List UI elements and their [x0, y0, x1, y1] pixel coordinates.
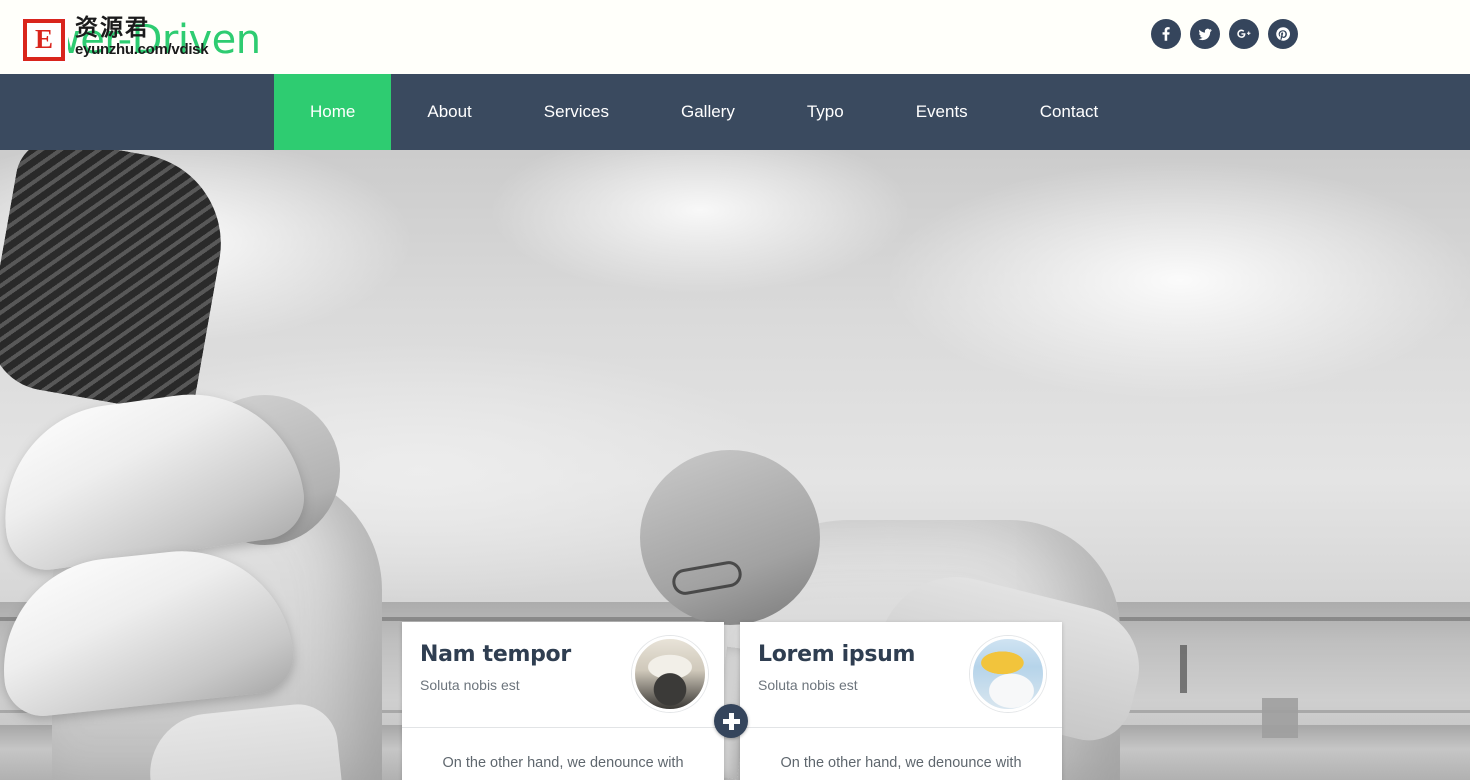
watermark-text: 资源君 eyunzhu.com/vdisk: [75, 15, 209, 58]
nav-item-label: Home: [310, 102, 356, 121]
watermark-brand-cn: 资源君: [75, 15, 150, 41]
nav-item-label: Gallery: [680, 102, 735, 121]
feature-card[interactable]: Lorem ipsum Soluta nobis est On the othe…: [740, 622, 1062, 780]
feature-card-header: Nam tempor Soluta nobis est: [402, 622, 724, 728]
hero-rooftop-unit: [1262, 698, 1298, 738]
avatar: [632, 636, 708, 712]
nav-item-services[interactable]: Services: [508, 74, 645, 150]
feature-card-text: On the other hand, we denounce with righ…: [780, 755, 1022, 771]
watermark-url: eyunzhu.com/vdisk: [75, 41, 209, 58]
nav-item-home[interactable]: Home: [274, 74, 392, 150]
nav-item-events[interactable]: Events: [880, 74, 1004, 150]
page-root: Nam tempor Soluta nobis est On the other…: [0, 0, 1470, 780]
hero-post: [1180, 645, 1187, 693]
twitter-icon[interactable]: [1190, 19, 1220, 49]
pinterest-icon[interactable]: [1268, 19, 1298, 49]
feature-card-body: On the other hand, we denounce with righ…: [740, 728, 1062, 780]
nav-item-contact[interactable]: Contact: [1004, 74, 1135, 150]
nav-item-label: About: [427, 102, 472, 121]
feature-card-text: On the other hand, we denounce with righ…: [442, 755, 684, 771]
nav-item-label: Events: [915, 102, 968, 121]
main-navigation: Home About Services Gallery Typo Events …: [0, 74, 1470, 150]
social-links: [1151, 19, 1298, 49]
nav-item-typo[interactable]: Typo: [771, 74, 880, 150]
avatar: [970, 636, 1046, 712]
google-plus-icon[interactable]: [1229, 19, 1259, 49]
nav-item-gallery[interactable]: Gallery: [645, 74, 771, 150]
watermark-overlay: E 资源君 eyunzhu.com/vdisk: [20, 15, 209, 64]
watermark-logo-letter: E: [27, 23, 61, 57]
facebook-icon[interactable]: [1151, 19, 1181, 49]
watermark-logo-icon: E: [20, 16, 68, 64]
feature-card-body: On the other hand, we denounce with righ…: [402, 728, 724, 780]
feature-card[interactable]: Nam tempor Soluta nobis est On the other…: [402, 622, 724, 780]
feature-card-header: Lorem ipsum Soluta nobis est: [740, 622, 1062, 728]
nav-item-label: Typo: [806, 102, 844, 121]
feature-card-list: Nam tempor Soluta nobis est On the other…: [402, 622, 1062, 780]
nav-item-about[interactable]: About: [391, 74, 507, 150]
hero-worker-right-head: [640, 450, 820, 625]
site-header: ower-Driven E 资源君 eyunzhu.com/vdisk: [0, 0, 1470, 74]
nav-item-label: Contact: [1039, 102, 1099, 121]
nav-item-label: Services: [543, 102, 609, 121]
plus-icon-button[interactable]: [714, 704, 748, 738]
nav-items: Home About Services Gallery Typo Events …: [274, 74, 1470, 150]
